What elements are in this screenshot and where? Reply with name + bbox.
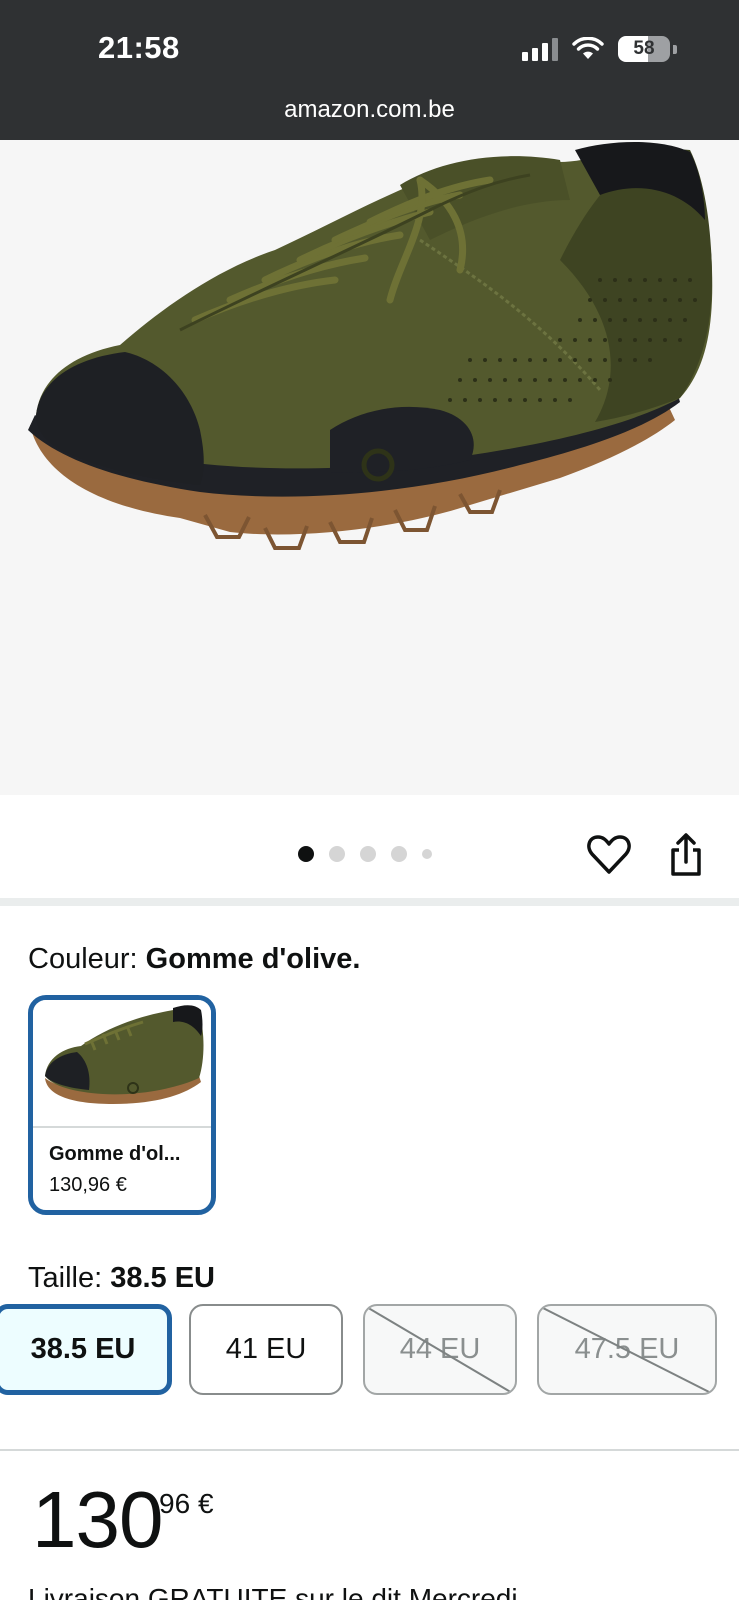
price-whole: 130 xyxy=(32,1475,163,1564)
size-label-prefix: Taille: xyxy=(28,1262,111,1294)
selected-size: 38.5 EU xyxy=(110,1262,215,1294)
heart-icon xyxy=(587,835,631,874)
color-label: Couleur: Gomme d'olive. xyxy=(28,943,360,976)
unavailable-strike-icon xyxy=(539,1306,714,1393)
image-carousel-dots[interactable] xyxy=(298,846,432,862)
swatch-color-name: Gomme d'ol... xyxy=(49,1143,181,1165)
size-option-label: 38.5 EU xyxy=(30,1333,136,1365)
price-currency: € xyxy=(197,1488,214,1519)
size-option-47-5[interactable]: 47.5 EU xyxy=(537,1304,717,1395)
unavailable-strike-icon xyxy=(365,1306,515,1393)
status-and-url-bar: 21:58 58 amazon.com.be xyxy=(0,0,739,140)
status-icons: 58 xyxy=(522,36,677,62)
size-option-41[interactable]: 41 EU xyxy=(189,1304,343,1395)
carousel-dot[interactable] xyxy=(422,849,432,859)
size-option-44[interactable]: 44 EU xyxy=(363,1304,517,1395)
battery-tip xyxy=(673,44,677,54)
address-bar-url[interactable]: amazon.com.be xyxy=(0,96,739,124)
color-swatch-selected[interactable]: Gomme d'ol... 130,96 € xyxy=(28,995,216,1215)
carousel-dot[interactable] xyxy=(329,846,345,862)
swatch-price: 130,96 € xyxy=(49,1174,127,1196)
carousel-dot[interactable] xyxy=(360,846,376,862)
product-price: 130 96 € xyxy=(32,1480,214,1560)
carousel-dot[interactable] xyxy=(298,846,314,862)
size-label: Taille: 38.5 EU xyxy=(28,1262,215,1295)
shoe-thumbnail xyxy=(33,1000,211,1126)
delivery-info: Livraison GRATUITE sur le dit Mercredi xyxy=(28,1583,518,1600)
section-divider xyxy=(0,898,739,906)
wifi-icon xyxy=(572,37,604,59)
price-fraction-currency: 96 € xyxy=(159,1488,214,1520)
wishlist-button[interactable] xyxy=(586,832,632,878)
color-label-prefix: Couleur: xyxy=(28,943,146,975)
section-divider-thin xyxy=(0,1449,739,1451)
swatch-separator xyxy=(33,1126,211,1128)
share-icon xyxy=(671,833,701,876)
carousel-dot[interactable] xyxy=(391,846,407,862)
shoe-illustration xyxy=(28,142,713,550)
selected-color-name: Gomme d'olive. xyxy=(145,943,361,975)
battery-percent: 58 xyxy=(633,38,655,59)
cellular-signal-icon xyxy=(522,37,558,61)
status-time: 21:58 xyxy=(98,30,180,65)
price-fraction: 96 xyxy=(159,1488,191,1519)
size-option-38-5[interactable]: 38.5 EU xyxy=(0,1304,172,1395)
size-option-label: 41 EU xyxy=(225,1333,307,1365)
share-button[interactable] xyxy=(665,832,711,878)
color-swatch-image xyxy=(33,1000,211,1126)
product-page: 21:58 58 amazon.com.be Couleur: Gomme d'… xyxy=(0,0,739,1600)
battery-icon: 58 xyxy=(618,36,670,62)
product-image[interactable] xyxy=(0,140,739,795)
